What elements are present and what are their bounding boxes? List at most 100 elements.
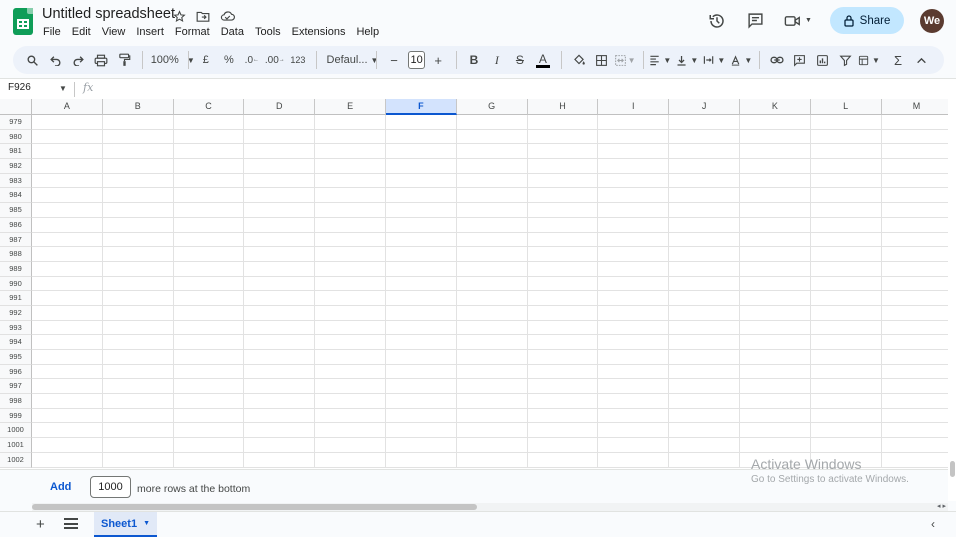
column-header-a[interactable]: A [32,99,103,115]
row-header[interactable]: 1002 [0,452,32,468]
font-size-increase-button[interactable]: + [427,49,449,71]
grid-cell[interactable] [315,115,386,130]
grid-cell[interactable] [32,394,103,409]
text-color-button[interactable]: A [532,49,554,71]
grid-cell[interactable] [810,159,882,174]
grid-cell[interactable] [102,423,174,439]
column-header-f[interactable]: F [385,99,457,115]
grid-cell[interactable] [32,320,103,336]
grid-cell[interactable] [598,335,670,350]
grid-cell[interactable] [456,320,528,336]
grid-cell[interactable] [315,452,386,468]
grid-cell[interactable] [598,305,670,321]
grid-cell[interactable] [456,438,528,453]
grid-cell[interactable] [881,262,948,277]
row-header[interactable]: 988 [0,247,32,262]
bold-button[interactable]: B [463,49,485,71]
column-header-l[interactable]: L [810,99,882,115]
column-header-k[interactable]: K [739,99,811,115]
grid-cell[interactable] [456,247,528,262]
row-header[interactable]: 991 [0,291,32,306]
grid-cell[interactable] [456,379,528,395]
grid-cell[interactable] [173,452,245,468]
font-size-input[interactable]: 10 [407,51,426,69]
grid-cell[interactable] [173,217,245,233]
grid-cell[interactable] [32,115,103,130]
grid-cell[interactable] [669,129,740,145]
grid-cell[interactable] [385,247,457,262]
grid-cell[interactable] [456,129,528,145]
document-title[interactable]: Untitled spreadsheet [42,6,175,22]
functions-button[interactable]: Σ [887,49,909,71]
filter-views-icon[interactable]: ▼ [858,49,880,71]
grid-cell[interactable] [669,305,740,321]
grid-cell[interactable] [739,291,811,306]
grid-cell[interactable] [669,379,740,395]
grid-cell[interactable] [102,364,174,380]
grid-cell[interactable] [315,217,386,233]
grid-cell[interactable] [456,394,528,409]
grid-cell[interactable] [881,115,948,130]
column-header-i[interactable]: I [598,99,670,115]
grid-cell[interactable] [315,364,386,380]
grid-cell[interactable] [527,291,599,306]
grid-cell[interactable] [385,115,457,130]
grid-cell[interactable] [598,452,670,468]
grid-cell[interactable] [881,277,948,292]
grid-cell[interactable] [102,305,174,321]
grid-cell[interactable] [598,203,670,218]
grid-cell[interactable] [32,350,103,365]
grid-cell[interactable] [456,217,528,233]
grid-cell[interactable] [881,379,948,395]
grid-cell[interactable] [102,203,174,218]
chevron-down-icon[interactable]: ▼ [143,520,150,527]
grid-cell[interactable] [669,173,740,189]
grid-cell[interactable] [456,276,528,292]
grid-cell[interactable] [598,217,670,233]
grid-cell[interactable] [244,438,316,453]
grid-cell[interactable] [244,394,316,409]
grid-cell[interactable] [881,365,948,380]
grid-cell[interactable] [810,247,882,262]
grid-cell[interactable] [881,350,948,365]
grid-cell[interactable] [385,232,457,248]
grid-cell[interactable] [527,364,599,380]
grid-cell[interactable] [669,350,740,365]
grid-cell[interactable] [315,173,386,189]
grid-cell[interactable] [527,350,599,365]
paint-format-icon[interactable] [113,49,135,71]
grid-cell[interactable] [669,408,740,424]
grid-cell[interactable] [810,394,882,409]
grid-cell[interactable] [810,423,882,439]
grid-cell[interactable] [739,203,811,218]
grid-cell[interactable] [385,335,457,350]
grid-cell[interactable] [527,408,599,424]
grid-cell[interactable] [173,232,245,248]
grid-cell[interactable] [244,232,316,248]
collapse-toolbar-icon[interactable] [910,49,932,71]
grid-cell[interactable] [315,159,386,174]
grid-cell[interactable] [598,350,670,365]
grid-cell[interactable] [739,379,811,395]
zoom-select[interactable]: 100% ▼ [149,49,195,71]
grid-cell[interactable] [739,423,811,439]
grid-cell[interactable] [527,320,599,336]
grid-cell[interactable] [32,423,103,439]
vertical-align-icon[interactable]: ▼ [676,49,698,71]
insert-link-icon[interactable] [766,49,788,71]
grid-cell[interactable] [669,423,740,439]
grid-cell[interactable] [173,350,245,365]
grid-cell[interactable] [315,203,386,218]
grid-cell[interactable] [385,188,457,204]
grid-cell[interactable] [669,394,740,409]
sheets-logo-icon[interactable] [13,8,33,35]
grid-cell[interactable] [810,438,882,453]
grid-cell[interactable] [385,159,457,174]
add-sheet-button[interactable]: + [36,516,45,533]
grid-cell[interactable] [739,232,811,248]
grid-cell[interactable] [810,276,882,292]
grid-cell[interactable] [102,173,174,189]
vertical-scroll-thumb[interactable] [950,461,955,477]
grid-cell[interactable] [739,305,811,321]
grid-cell[interactable] [173,129,245,145]
